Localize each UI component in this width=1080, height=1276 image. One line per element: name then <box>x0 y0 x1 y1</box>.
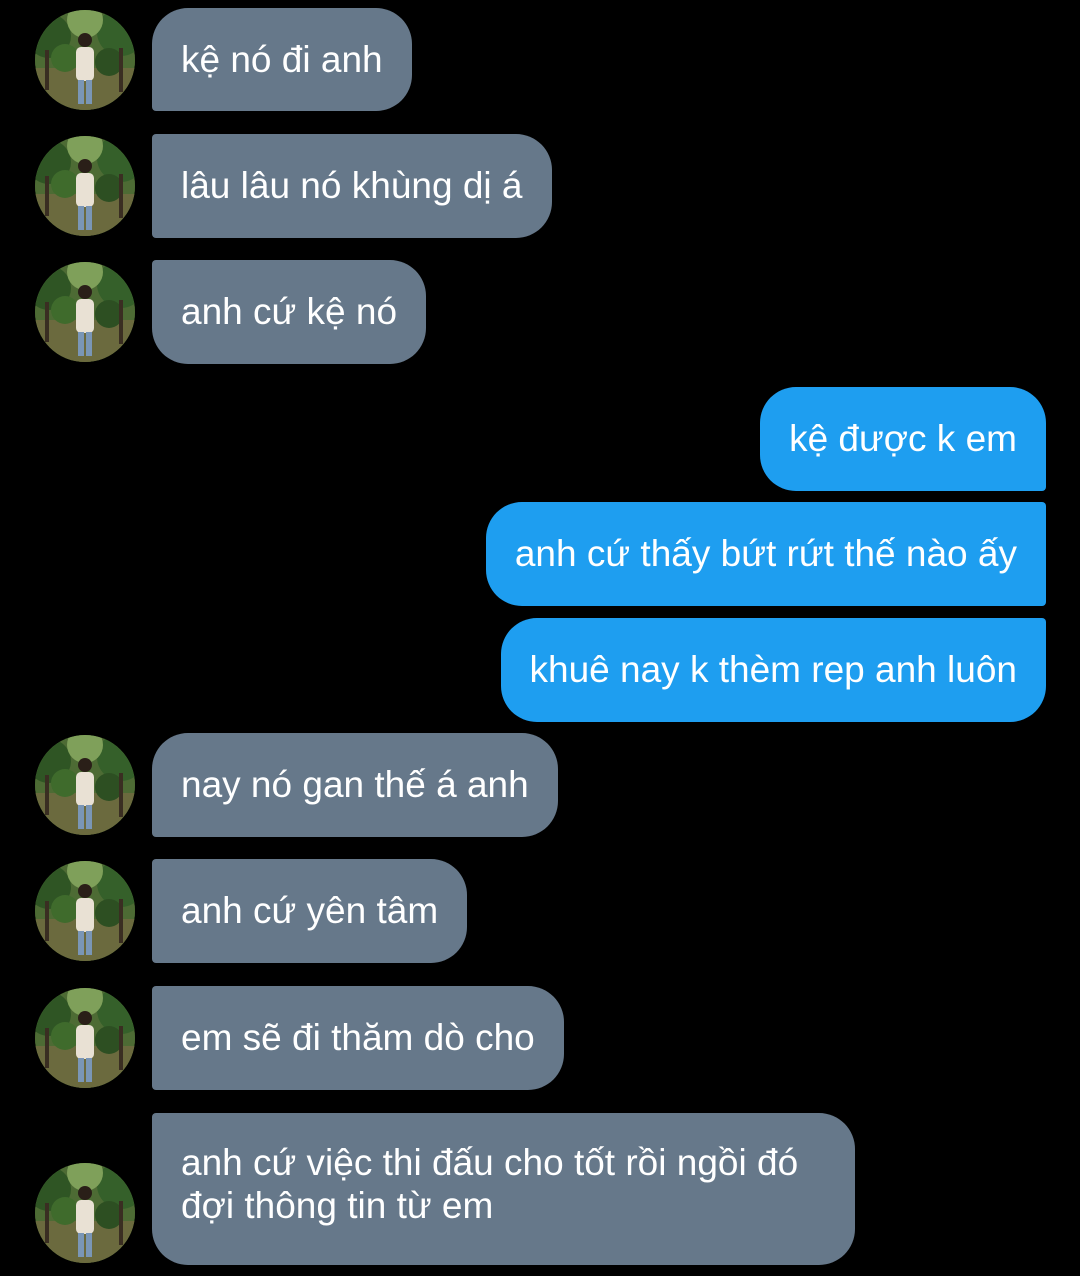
incoming-message-bubble[interactable]: kệ nó đi anh <box>152 8 412 111</box>
outgoing-message-bubble[interactable]: khuê nay k thèm rep anh luôn <box>500 618 1046 722</box>
outgoing-message-bubble[interactable]: anh cứ thấy bứt rứt thế nào ấy <box>485 502 1046 606</box>
incoming-message-bubble[interactable]: lâu lâu nó khùng dị á <box>152 134 552 238</box>
contact-avatar[interactable] <box>35 136 135 236</box>
contact-avatar[interactable] <box>35 1163 135 1263</box>
incoming-message-bubble[interactable]: anh cứ kệ nó <box>152 260 427 364</box>
profile-photo-avatar <box>35 10 135 110</box>
contact-avatar[interactable] <box>35 988 135 1088</box>
contact-avatar[interactable] <box>35 861 135 961</box>
profile-photo-avatar <box>35 735 135 835</box>
incoming-message-bubble[interactable]: anh cứ việc thi đấu cho tốt rồi ngồi đó … <box>152 1113 855 1265</box>
contact-avatar[interactable] <box>35 735 135 835</box>
profile-photo-avatar <box>35 1163 135 1263</box>
incoming-message-bubble[interactable]: anh cứ yên tâm <box>152 859 468 963</box>
contact-avatar[interactable] <box>35 10 135 110</box>
incoming-message-bubble[interactable]: nay nó gan thế á anh <box>152 733 558 837</box>
incoming-message-bubble[interactable]: em sẽ đi thăm dò cho <box>152 986 564 1090</box>
profile-photo-avatar <box>35 136 135 236</box>
profile-photo-avatar <box>35 861 135 961</box>
outgoing-message-bubble[interactable]: kệ được k em <box>760 387 1046 491</box>
contact-avatar[interactable] <box>35 262 135 362</box>
profile-photo-avatar <box>35 262 135 362</box>
profile-photo-avatar <box>35 988 135 1088</box>
